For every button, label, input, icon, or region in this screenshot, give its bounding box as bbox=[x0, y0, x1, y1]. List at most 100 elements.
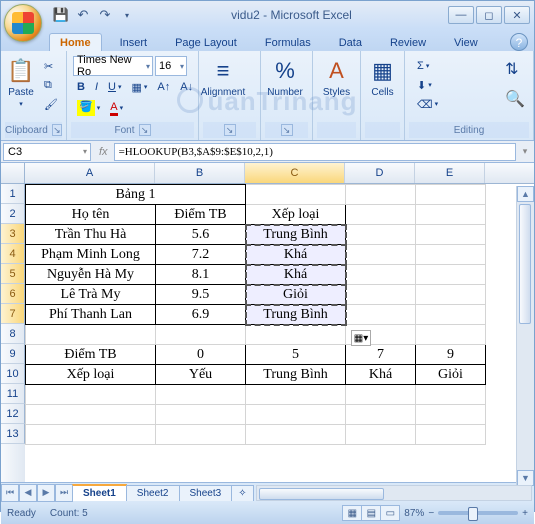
number-dialog-launcher[interactable]: ↘ bbox=[281, 124, 293, 136]
cell[interactable]: 5.6 bbox=[156, 225, 246, 245]
scroll-up-icon[interactable]: ▲ bbox=[517, 186, 534, 202]
cell[interactable]: Giỏi bbox=[246, 285, 346, 305]
alignment-button[interactable]: ≡ Alignment bbox=[203, 53, 243, 98]
col-header-c[interactable]: C bbox=[245, 163, 345, 183]
scroll-thumb[interactable] bbox=[519, 204, 531, 324]
row-header[interactable]: 12 bbox=[1, 404, 25, 424]
cell[interactable]: Nguyễn Hà My bbox=[26, 265, 156, 285]
grid[interactable]: Bảng 1 Họ tên Điểm TB Xếp loại Trần Thu … bbox=[25, 184, 486, 445]
cut-icon[interactable]: ✂ bbox=[40, 57, 62, 75]
row-header[interactable]: 9 bbox=[1, 344, 25, 364]
col-header-e[interactable]: E bbox=[415, 163, 485, 183]
cell[interactable]: Trung Bình bbox=[246, 225, 346, 245]
fx-icon[interactable]: fx bbox=[99, 146, 108, 158]
cell[interactable]: Phạm Minh Long bbox=[26, 245, 156, 265]
cell[interactable]: Khá bbox=[246, 245, 346, 265]
row-header[interactable]: 8 bbox=[1, 324, 25, 344]
maximize-button[interactable]: ◻ bbox=[476, 6, 502, 24]
name-box[interactable]: C3 bbox=[3, 143, 91, 161]
tab-pagelayout[interactable]: Page Layout bbox=[165, 34, 247, 51]
row-header[interactable]: 6 bbox=[1, 284, 25, 304]
styles-button[interactable]: A Styles bbox=[317, 53, 356, 98]
formula-input[interactable]: =HLOOKUP(B3,$A$9:$E$10,2,1) bbox=[114, 143, 516, 161]
autosum-button[interactable]: Σ▾ bbox=[413, 57, 433, 75]
worksheet[interactable]: 1 2 3 4 5 6 7 8 9 10 11 12 13 Bảng 1 Họ … bbox=[1, 184, 534, 482]
clipboard-dialog-launcher[interactable]: ↘ bbox=[52, 124, 62, 136]
font-dialog-launcher[interactable]: ↘ bbox=[139, 124, 151, 136]
cell[interactable]: Điểm TB bbox=[26, 345, 156, 365]
row-header[interactable]: 3 bbox=[1, 224, 25, 244]
row-header[interactable]: 2 bbox=[1, 204, 25, 224]
col-header-d[interactable]: D bbox=[345, 163, 415, 183]
sheet-tab[interactable]: Sheet2 bbox=[126, 485, 180, 501]
cell[interactable]: Trung Bình bbox=[246, 305, 346, 325]
number-button[interactable]: % Number bbox=[265, 53, 305, 98]
undo-icon[interactable]: ↶ bbox=[75, 7, 91, 23]
view-normal-icon[interactable]: ▦ bbox=[342, 505, 362, 521]
row-header[interactable]: 5 bbox=[1, 264, 25, 284]
cell[interactable]: Họ tên bbox=[26, 205, 156, 225]
increase-font-icon[interactable]: A↑ bbox=[153, 78, 174, 96]
tab-data[interactable]: Data bbox=[329, 34, 372, 51]
row-header[interactable]: 10 bbox=[1, 364, 25, 384]
italic-button[interactable]: I bbox=[91, 78, 102, 96]
row-header[interactable]: 11 bbox=[1, 384, 25, 404]
qat-more-icon[interactable]: ▾ bbox=[119, 7, 135, 23]
tab-nav-first-icon[interactable]: ⏮ bbox=[1, 484, 19, 502]
format-painter-icon[interactable]: 🖌 bbox=[40, 95, 62, 113]
cell[interactable]: Bảng 1 bbox=[26, 185, 246, 205]
cell[interactable]: Trung Bình bbox=[246, 365, 346, 385]
border-button[interactable]: ▦▾ bbox=[127, 78, 151, 96]
cell[interactable]: 9 bbox=[416, 345, 486, 365]
zoom-in-icon[interactable]: + bbox=[522, 508, 528, 519]
tab-view[interactable]: View bbox=[444, 34, 488, 51]
underline-button[interactable]: U▾ bbox=[104, 78, 125, 96]
sheet-tab[interactable]: Sheet3 bbox=[179, 485, 233, 501]
font-name-combo[interactable]: Times New Ro bbox=[73, 56, 153, 76]
row-header[interactable]: 1 bbox=[1, 184, 25, 204]
redo-icon[interactable]: ↷ bbox=[97, 7, 113, 23]
close-button[interactable]: ✕ bbox=[504, 6, 530, 24]
cell[interactable]: 0 bbox=[156, 345, 246, 365]
tab-home[interactable]: Home bbox=[49, 33, 102, 51]
select-all-button[interactable] bbox=[1, 163, 25, 183]
cell[interactable]: 6.9 bbox=[156, 305, 246, 325]
cell[interactable]: Khá bbox=[346, 365, 416, 385]
clear-button[interactable]: ⌫▾ bbox=[413, 95, 442, 113]
cell[interactable]: Xếp loại bbox=[26, 365, 156, 385]
sort-filter-icon[interactable]: ⇅ bbox=[501, 57, 529, 81]
copy-icon[interactable]: ⧉ bbox=[40, 76, 62, 94]
col-header-a[interactable]: A bbox=[25, 163, 155, 183]
fill-color-button[interactable]: 🪣▾ bbox=[73, 98, 104, 118]
cell[interactable]: 7 bbox=[346, 345, 416, 365]
tab-insert[interactable]: Insert bbox=[110, 34, 158, 51]
tab-review[interactable]: Review bbox=[380, 34, 436, 51]
decrease-font-icon[interactable]: A↓ bbox=[176, 78, 197, 96]
cell[interactable]: Phí Thanh Lan bbox=[26, 305, 156, 325]
cell[interactable]: 5 bbox=[246, 345, 346, 365]
font-size-combo[interactable]: 16 bbox=[155, 56, 187, 76]
cell[interactable]: 9.5 bbox=[156, 285, 246, 305]
bold-button[interactable]: B bbox=[73, 78, 89, 96]
cell[interactable]: Lê Trà My bbox=[26, 285, 156, 305]
tab-nav-next-icon[interactable]: ▶ bbox=[37, 484, 55, 502]
cell[interactable]: Giỏi bbox=[416, 365, 486, 385]
cell[interactable]: Điểm TB bbox=[156, 205, 246, 225]
help-icon[interactable]: ? bbox=[510, 33, 528, 51]
cell[interactable]: 8.1 bbox=[156, 265, 246, 285]
fill-button[interactable]: ⬇▾ bbox=[413, 76, 436, 94]
font-color-button[interactable]: A▾ bbox=[106, 99, 127, 118]
tab-nav-prev-icon[interactable]: ◀ bbox=[19, 484, 37, 502]
cell[interactable]: Yếu bbox=[156, 365, 246, 385]
alignment-dialog-launcher[interactable]: ↘ bbox=[224, 124, 236, 136]
cell[interactable]: Xếp loại bbox=[246, 205, 346, 225]
autofill-options-icon[interactable]: ▦▾ bbox=[351, 330, 371, 346]
view-pagebreak-icon[interactable]: ▭ bbox=[380, 505, 400, 521]
save-icon[interactable]: 💾 bbox=[53, 7, 69, 23]
find-select-icon[interactable]: 🔍 bbox=[501, 87, 529, 111]
cell[interactable]: 7.2 bbox=[156, 245, 246, 265]
tab-nav-last-icon[interactable]: ⏭ bbox=[55, 484, 73, 502]
formula-expand-icon[interactable]: ▾ bbox=[516, 146, 534, 157]
tab-formulas[interactable]: Formulas bbox=[255, 34, 321, 51]
sheet-tab[interactable]: Sheet1 bbox=[72, 484, 127, 501]
